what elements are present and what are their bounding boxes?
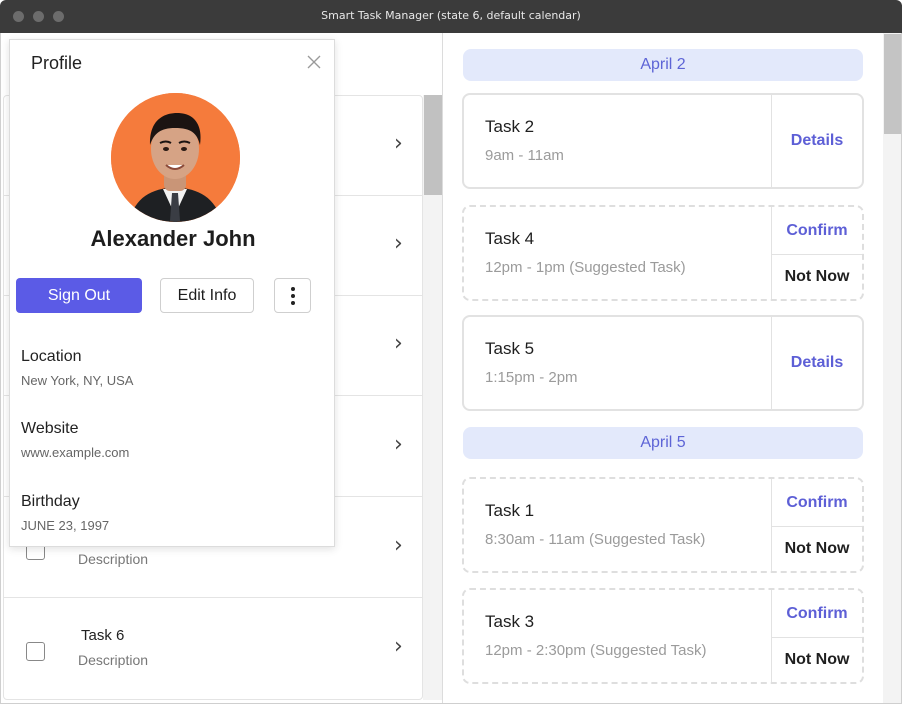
suggested-task-card: Task 1 8:30am - 11am (Suggested Task) Co…: [462, 477, 864, 573]
window-title: Smart Task Manager (state 6, default cal…: [321, 9, 581, 22]
task-name: Task 5: [485, 339, 535, 358]
calendar-scroll-thumb[interactable]: [884, 34, 901, 134]
task-time: 12pm - 1pm (Suggested Task): [485, 259, 686, 276]
location-value: New York, NY, USA: [21, 373, 134, 388]
calendar-task-card: Task 2 9am - 11am Details: [462, 93, 864, 189]
website-value[interactable]: www.example.com: [21, 445, 129, 460]
suggested-task-card: Task 4 12pm - 1pm (Suggested Task) Confi…: [462, 205, 864, 301]
edit-info-button[interactable]: Edit Info: [160, 278, 254, 313]
chevron-right-icon[interactable]: ›: [394, 333, 408, 355]
checkbox-icon[interactable]: [26, 642, 45, 661]
task-list-scroll-thumb[interactable]: [424, 95, 442, 195]
sign-out-button[interactable]: Sign Out: [16, 278, 142, 313]
suggested-task-card: Task 3 12pm - 2:30pm (Suggested Task) Co…: [462, 588, 864, 684]
task-name: Task 2: [485, 117, 535, 136]
profile-title: Profile: [31, 53, 83, 73]
chevron-right-icon[interactable]: ›: [394, 535, 408, 557]
calendar-task-card: Task 5 1:15pm - 2pm Details: [462, 315, 864, 411]
date-header: April 2: [463, 49, 863, 81]
avatar-portrait-icon: [111, 93, 240, 222]
profile-popover: Profile Alexander John Sign Out Edit Inf…: [9, 39, 335, 547]
task-name: Task 3: [485, 612, 535, 631]
task-description: Description: [78, 652, 149, 668]
birthday-label: Birthday: [21, 493, 80, 510]
task-name: Task 1: [485, 501, 535, 520]
details-button[interactable]: Details: [772, 317, 862, 409]
task-description: Description: [78, 551, 149, 567]
website-label: Website: [21, 420, 79, 437]
more-options-button[interactable]: [274, 278, 311, 313]
birthday-value: JUNE 23, 1997: [21, 518, 110, 533]
chevron-right-icon[interactable]: ›: [394, 434, 408, 456]
avatar: [111, 93, 240, 222]
confirm-button[interactable]: Confirm: [772, 590, 862, 637]
confirm-button[interactable]: Confirm: [772, 479, 862, 526]
chevron-right-icon[interactable]: ›: [394, 133, 408, 155]
task-name: Task 4: [485, 229, 535, 248]
date-header: April 5: [463, 427, 863, 459]
more-vertical-icon: [290, 286, 295, 305]
confirm-button[interactable]: Confirm: [772, 207, 862, 254]
not-now-button[interactable]: Not Now: [772, 255, 862, 299]
title-bar: Smart Task Manager (state 6, default cal…: [0, 0, 902, 33]
not-now-button[interactable]: Not Now: [772, 527, 862, 571]
profile-name: Alexander John: [90, 226, 256, 251]
chevron-right-icon[interactable]: ›: [394, 636, 408, 658]
details-button[interactable]: Details: [772, 95, 862, 187]
chevron-right-icon[interactable]: ›: [394, 233, 408, 255]
calendar-divider: [442, 33, 443, 703]
task-row[interactable]: Task 6 Description ›: [4, 599, 424, 699]
task-time: 12pm - 2:30pm (Suggested Task): [485, 642, 707, 659]
task-name: Task 6: [81, 627, 125, 644]
task-time: 8:30am - 11am (Suggested Task): [485, 531, 706, 548]
not-now-button[interactable]: Not Now: [772, 638, 862, 682]
close-icon[interactable]: [306, 54, 322, 70]
task-time: 1:15pm - 2pm: [485, 369, 578, 386]
task-time: 9am - 11am: [485, 147, 564, 164]
location-label: Location: [21, 348, 82, 365]
